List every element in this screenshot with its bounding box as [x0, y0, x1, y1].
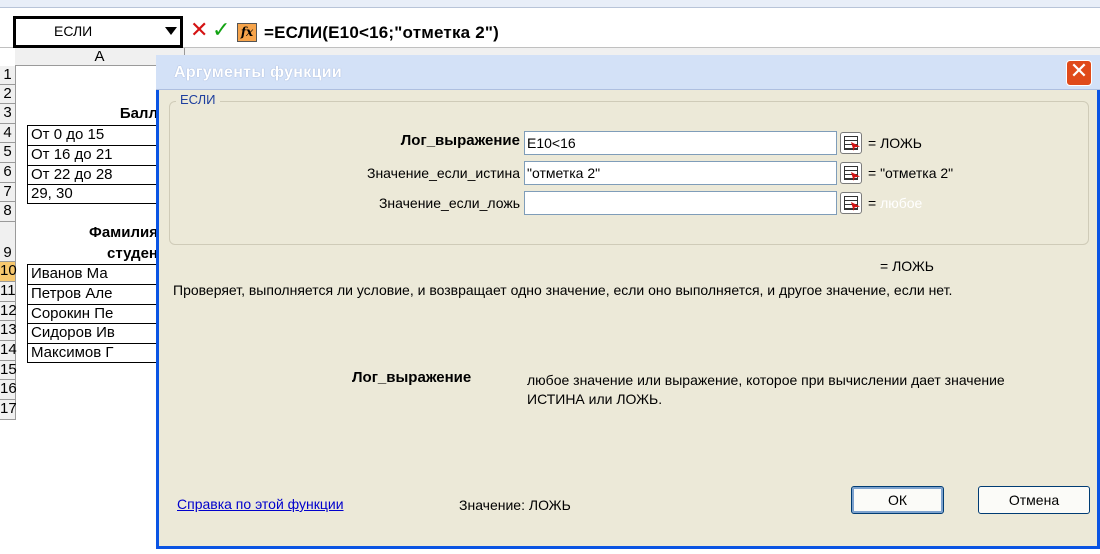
arg-label-value-if-false: Значение_если_ложь — [378, 195, 520, 211]
arg-result-placeholder: любое — [880, 195, 923, 211]
collapse-dialog-icon[interactable] — [840, 132, 862, 154]
cell-a5[interactable]: От 16 до 21 — [27, 145, 160, 165]
cell-a3[interactable]: Балл — [16, 105, 160, 125]
row-header[interactable]: 1 — [0, 66, 16, 85]
name-box[interactable]: ЕСЛИ — [13, 16, 183, 48]
row-header[interactable]: 10 — [0, 262, 17, 282]
cell-a13[interactable]: Сидоров Ив — [27, 323, 160, 343]
formula-bar: ЕСЛИ ✕ ✓ fx =ЕСЛИ(E10<16;"отметка 2") — [0, 8, 1100, 48]
collapse-dialog-icon[interactable] — [840, 162, 862, 184]
formula-value-label: Значение: — [459, 497, 525, 513]
confirm-entry-icon[interactable]: ✓ — [212, 20, 232, 42]
arg-result-prefix: = — [868, 195, 877, 211]
arg-result-value-if-false: = любое — [868, 195, 922, 211]
row-header[interactable]: 2 — [0, 85, 16, 104]
name-box-dropdown-icon[interactable] — [165, 27, 177, 35]
close-icon[interactable]: ✕ — [1066, 60, 1092, 86]
cell-a6[interactable]: От 22 до 28 — [27, 165, 160, 184]
value-if-true-input[interactable]: "отметка 2" — [524, 161, 837, 185]
arg-help-name: Лог_выражение — [352, 369, 472, 386]
arguments-group: ЕСЛИ Лог_выражение E10<16 = ЛОЖЬ Значени… — [169, 92, 1089, 245]
row-header[interactable]: 7 — [0, 183, 16, 202]
cell-a7[interactable]: 29, 30 — [27, 184, 160, 204]
function-arguments-dialog: Аргументы функции ✕ ЕСЛИ Лог_выражение E… — [156, 55, 1100, 549]
dialog-title: Аргументы функции — [174, 64, 342, 81]
function-name-label: ЕСЛИ — [176, 92, 220, 107]
row-header[interactable]: 17 — [0, 400, 17, 420]
cell-a9-line2[interactable]: студен — [16, 245, 160, 265]
formula-result-preview: = ЛОЖЬ — [880, 258, 934, 274]
row-header[interactable]: 11 — [0, 282, 16, 302]
function-description: Проверяет, выполняется ли условие, и воз… — [173, 282, 953, 298]
row-header[interactable]: 15 — [0, 361, 17, 380]
name-box-value: ЕСЛИ — [54, 23, 93, 39]
logical-test-input[interactable]: E10<16 — [524, 131, 837, 155]
row-header[interactable]: 13 — [0, 321, 17, 341]
formula-value: Значение: ЛОЖЬ — [459, 497, 571, 513]
cancel-button[interactable]: Отмена — [978, 486, 1090, 514]
row-header[interactable]: 14 — [0, 341, 17, 361]
cell-a10[interactable]: Иванов Ма — [27, 264, 160, 284]
formula-value-text: ЛОЖЬ — [528, 497, 571, 513]
row-header[interactable]: 9 — [0, 222, 16, 262]
arg-help-text: любое значение или выражение, которое пр… — [527, 372, 1005, 407]
dialog-titlebar[interactable]: Аргументы функции ✕ — [156, 55, 1100, 90]
cell-a4[interactable]: От 0 до 15 — [27, 125, 160, 145]
row-header[interactable]: 3 — [0, 104, 16, 124]
row-header[interactable]: 16 — [0, 380, 17, 400]
row-header[interactable]: 6 — [0, 163, 16, 183]
row-header[interactable]: 8 — [0, 202, 16, 222]
cell-a14[interactable]: Максимов Г — [27, 343, 160, 363]
row-header[interactable]: 12 — [0, 302, 17, 321]
formula-input[interactable]: =ЕСЛИ(E10<16;"отметка 2") — [264, 23, 499, 43]
function-help-link[interactable]: Справка по этой функции — [177, 496, 344, 512]
cell-a11[interactable]: Петров Але — [27, 284, 160, 304]
arg-result-logical-test: = ЛОЖЬ — [868, 135, 922, 151]
insert-function-icon[interactable]: fx — [237, 23, 257, 42]
collapse-dialog-icon[interactable] — [840, 192, 862, 214]
cell-a12[interactable]: Сорокин Пе — [27, 304, 160, 323]
arg-result-value-if-true: = "отметка 2" — [868, 165, 954, 181]
cell-a9-line1[interactable]: Фамилия — [16, 224, 160, 244]
ok-button[interactable]: ОК — [851, 486, 944, 514]
row-header[interactable]: 4 — [0, 124, 16, 143]
row-header[interactable]: 5 — [0, 143, 16, 163]
toolbar-strip — [0, 0, 1100, 8]
arg-label-logical-test: Лог_выражение — [400, 132, 520, 149]
arg-label-value-if-true: Значение_если_истина — [366, 165, 520, 181]
cancel-entry-icon[interactable]: ✕ — [190, 20, 210, 43]
value-if-false-input[interactable] — [524, 191, 837, 215]
